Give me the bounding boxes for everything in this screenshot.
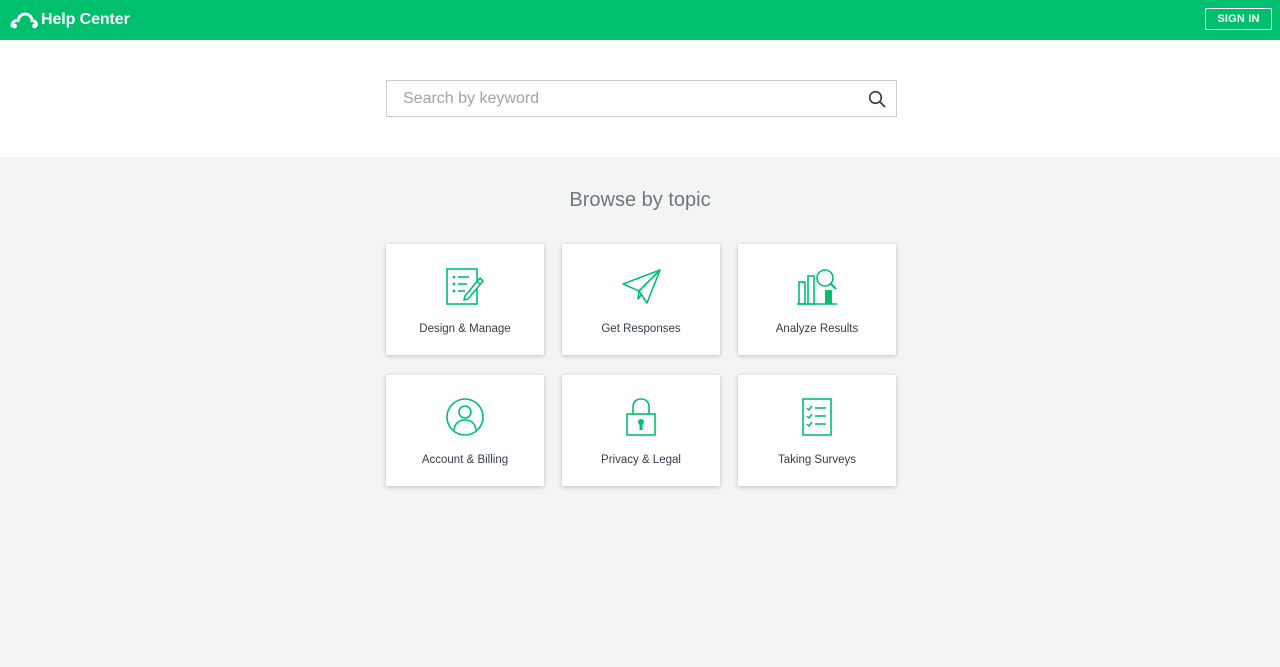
search-box xyxy=(386,80,897,117)
user-profile-icon xyxy=(446,398,484,436)
topic-label: Taking Surveys xyxy=(778,454,856,466)
top-bar: Help Center SIGN IN xyxy=(0,0,1280,40)
search-section xyxy=(0,40,1280,157)
topic-tile-analyze-results[interactable]: Analyze Results xyxy=(738,244,896,355)
cloud-logo-icon xyxy=(10,12,38,29)
topic-label: Analyze Results xyxy=(775,323,859,335)
search-icon[interactable] xyxy=(868,90,886,108)
topic-tile-privacy-legal[interactable]: Privacy & Legal xyxy=(562,375,720,486)
browse-by-topic-heading: Browse by topic xyxy=(569,189,711,211)
topic-label: Design & Manage xyxy=(419,323,511,335)
topic-tile-get-responses[interactable]: Get Responses xyxy=(562,244,720,355)
topic-label: Get Responses xyxy=(601,323,681,335)
paper-plane-icon xyxy=(622,269,661,304)
survey-edit-icon xyxy=(446,268,484,305)
topic-label: Privacy & Legal xyxy=(601,454,681,466)
bar-chart-magnifier-icon xyxy=(797,269,837,305)
padlock-icon xyxy=(626,398,656,436)
sign-in-button[interactable]: SIGN IN xyxy=(1205,8,1272,30)
brand-label: Help Center xyxy=(41,11,130,28)
topic-tile-taking-surveys[interactable]: Taking Surveys xyxy=(738,375,896,486)
search-input[interactable] xyxy=(387,81,863,116)
checklist-icon xyxy=(802,398,832,436)
topic-tile-account-billing[interactable]: Account & Billing xyxy=(386,375,544,486)
help-center-logo[interactable]: Help Center xyxy=(10,9,130,31)
topic-label: Account & Billing xyxy=(421,454,509,466)
topic-tile-design-manage[interactable]: Design & Manage xyxy=(386,244,544,355)
